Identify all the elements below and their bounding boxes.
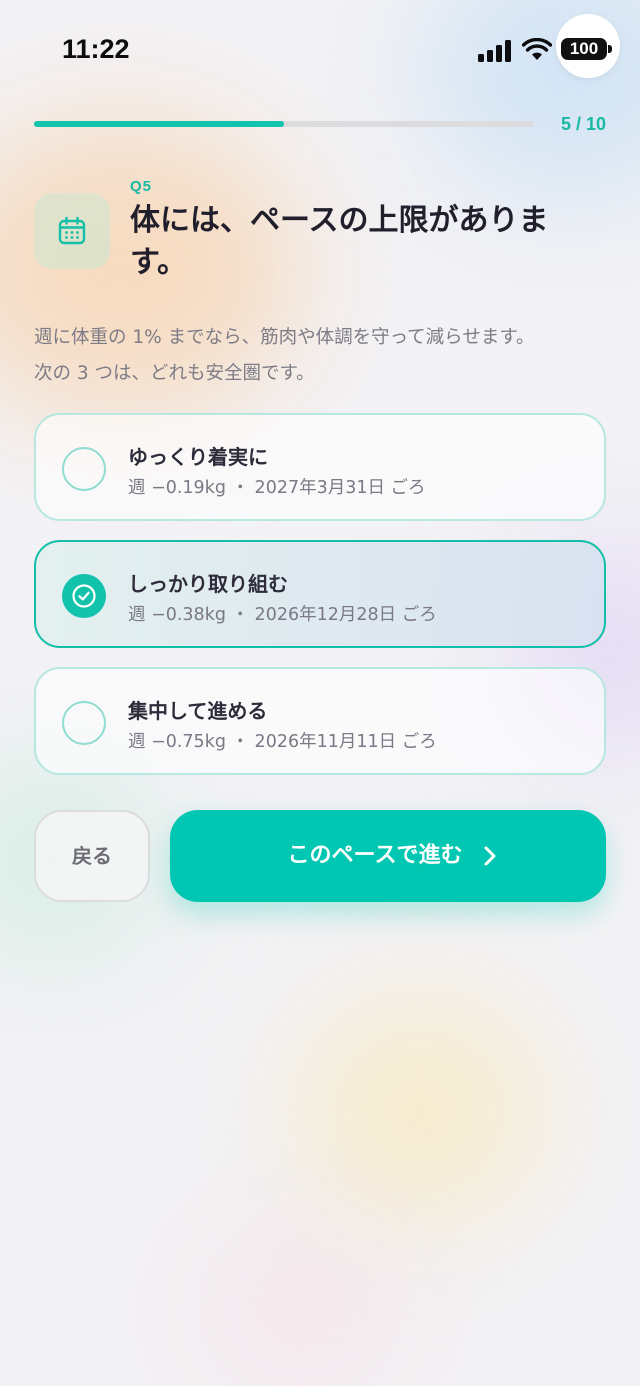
pace-option-steady[interactable]: しっかり取り組む 週 −0.38kg ・ 2026年12月28日 ごろ	[34, 540, 606, 648]
status-bar: 11:22 100	[0, 0, 640, 100]
option-subtitle: 週 −0.75kg ・ 2026年11月11日 ごろ	[128, 732, 437, 752]
option-subtitle: 週 −0.38kg ・ 2026年12月28日 ごろ	[128, 605, 437, 625]
option-title: しっかり取り組む	[128, 572, 288, 596]
question-number: Q5	[130, 178, 153, 195]
chevron-right-icon	[484, 846, 496, 866]
wifi-icon	[522, 38, 552, 60]
option-title: ゆっくり着実に	[128, 445, 268, 469]
question-icon-tile	[34, 193, 110, 269]
question-description: 週に体重の 1% までなら、筋肉や体調を守って減らせます。 次の 3 つは、どれ…	[34, 320, 614, 392]
progress-bar-fill	[34, 121, 284, 127]
battery-tip	[608, 45, 612, 53]
battery-level: 100	[561, 38, 607, 60]
radio-button-icon[interactable]	[62, 574, 106, 618]
pace-option-intensive[interactable]: 集中して進める 週 −0.75kg ・ 2026年11月11日 ごろ	[34, 667, 606, 775]
check-circle-icon	[72, 584, 96, 608]
continue-button[interactable]: このペースで進む	[170, 810, 606, 902]
option-subtitle: 週 −0.19kg ・ 2027年3月31日 ごろ	[128, 478, 426, 498]
progress-label: 5 / 10	[560, 114, 606, 134]
pace-option-slow[interactable]: ゆっくり着実に 週 −0.19kg ・ 2027年3月31日 ごろ	[34, 413, 606, 521]
battery-indicator: 100	[556, 14, 620, 78]
back-button[interactable]: 戻る	[34, 810, 150, 902]
question-description-line: 週に体重の 1% までなら、筋肉や体調を守って減らせます。	[34, 327, 535, 348]
radio-button-icon[interactable]	[62, 447, 106, 491]
progress-bar	[34, 121, 534, 127]
question-title: 体には、ペースの上限があります。	[130, 203, 549, 280]
continue-button-label: このペースで進む	[287, 843, 463, 868]
status-time: 11:22	[62, 34, 130, 64]
question-description-line: 次の 3 つは、どれも安全圏です。	[34, 363, 315, 384]
cellular-signal-icon	[478, 40, 511, 62]
option-title: 集中して進める	[128, 699, 268, 723]
calendar-icon	[58, 216, 86, 245]
radio-button-icon[interactable]	[62, 701, 106, 745]
